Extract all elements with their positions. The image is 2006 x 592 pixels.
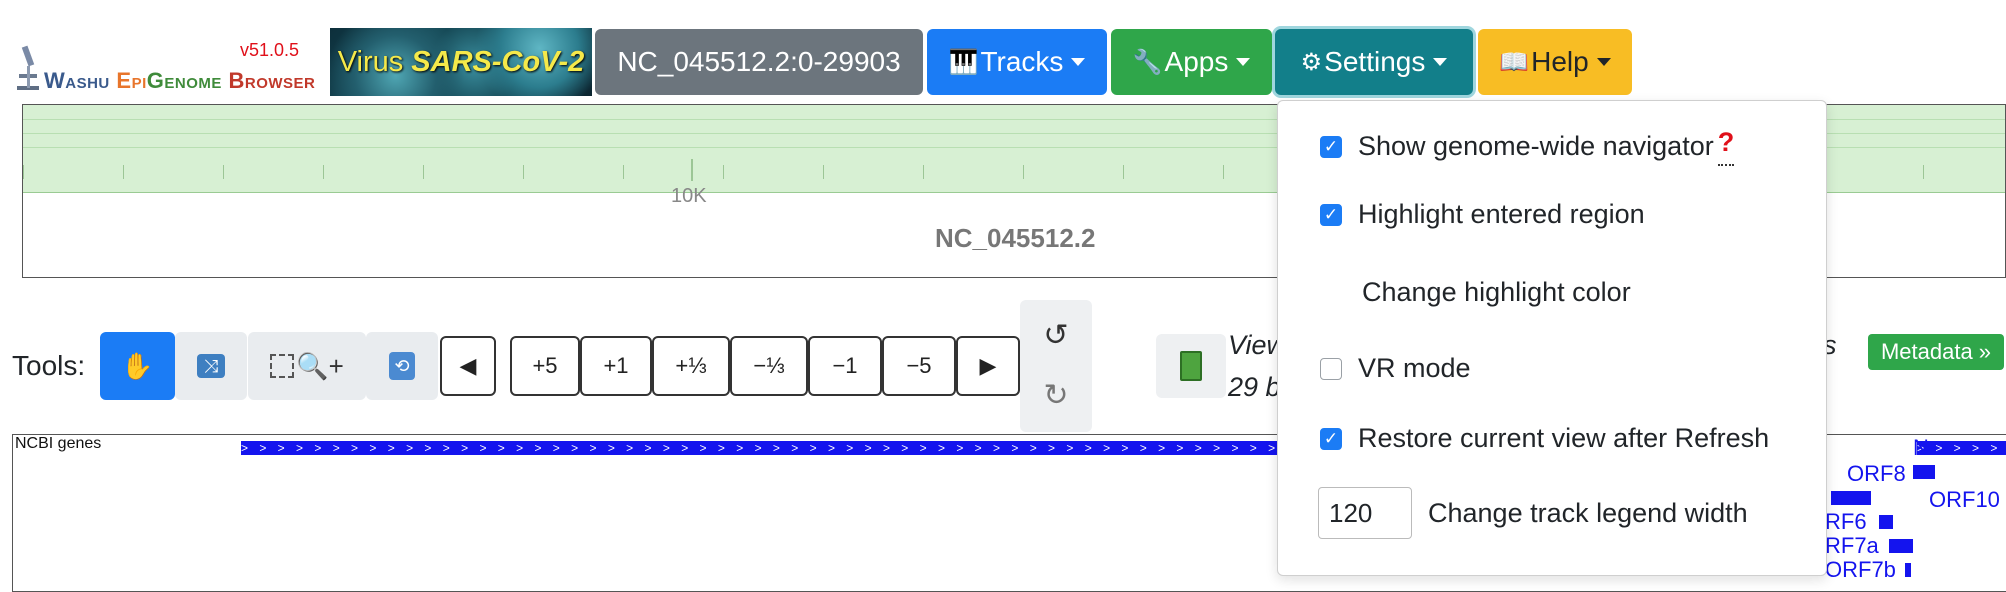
vr-mode-label: VR mode bbox=[1358, 353, 1471, 383]
gene-label-orf10[interactable]: ORF10 bbox=[1929, 487, 2000, 513]
zoom-out-5-label: −5 bbox=[906, 353, 932, 378]
navigator-tick-label: 10K bbox=[671, 185, 707, 207]
zoom-in-1-label: +1 bbox=[603, 353, 629, 378]
checkbox-vr-mode[interactable] bbox=[1320, 357, 1342, 380]
zoom-in-third-button[interactable]: +⅓ bbox=[652, 336, 730, 396]
metadata-label: Metadata » bbox=[1880, 339, 1992, 364]
navigator-chromosome-label: NC_045512.2 bbox=[935, 223, 1096, 253]
region-zoom-tool-button[interactable]: 🔍+ bbox=[248, 332, 366, 400]
zoom-in-third-label: +⅓ bbox=[675, 353, 707, 378]
undo-icon[interactable]: ↺ bbox=[1020, 310, 1092, 360]
gene-feature-n[interactable]: > > > > > > > > > > > > > > > > > > > > … bbox=[1917, 441, 2006, 455]
gene-label-orf6[interactable]: RF6 bbox=[1825, 509, 1867, 535]
gene-feature-orf8[interactable] bbox=[1913, 465, 1935, 479]
gene-feature-orf1ab[interactable]: > > > > > > > > > > > > > > > > > > > > … bbox=[241, 441, 1293, 455]
app-version: v51.0.5 bbox=[240, 40, 300, 60]
menu-item-highlight-color[interactable]: Change highlight color bbox=[1362, 277, 1631, 308]
help-label: Help bbox=[1531, 46, 1589, 77]
green-book-icon bbox=[1180, 351, 1202, 381]
gear-icon: ⚙ bbox=[1300, 48, 1323, 76]
highlight-region-label: Highlight entered region bbox=[1358, 199, 1645, 229]
zoom-in-5-button[interactable]: +5 bbox=[510, 336, 580, 396]
checkbox-show-navigator[interactable]: ✓ bbox=[1320, 135, 1342, 158]
pan-left-button[interactable]: ◀ bbox=[440, 336, 496, 396]
menu-item-highlight-region[interactable]: ✓ Highlight entered region bbox=[1320, 199, 1645, 230]
book-icon: 📖 bbox=[1499, 48, 1530, 76]
genome-name: SARS-CoV-2 bbox=[411, 45, 585, 78]
menu-item-vr-mode[interactable]: VR mode bbox=[1320, 353, 1471, 384]
menu-item-legend-width: Change track legend width bbox=[1318, 487, 1748, 539]
triangle-right-icon: ▶ bbox=[979, 353, 997, 378]
settings-dropdown: ✓ Show genome-wide navigator ? ✓ Highlig… bbox=[1277, 100, 1827, 576]
apps-label: Apps bbox=[1164, 46, 1229, 77]
track-legend-ncbi-genes[interactable]: NCBI genes bbox=[15, 435, 101, 453]
settings-menu-button[interactable]: ⚙ Settings bbox=[1275, 29, 1473, 95]
gene-feature-orf7a[interactable] bbox=[1889, 539, 1913, 553]
restore-view-label: Restore current view after Refresh bbox=[1358, 423, 1770, 453]
settings-label: Settings bbox=[1324, 46, 1426, 77]
wrench-icon: 🔧 bbox=[1132, 48, 1163, 76]
redo-icon[interactable]: ↻ bbox=[1020, 370, 1092, 420]
reset-tool-button[interactable]: ⟲ bbox=[366, 332, 438, 400]
show-navigator-label: Show genome-wide navigator bbox=[1358, 131, 1714, 161]
shuffle-icon: ⤨ bbox=[197, 354, 225, 378]
caret-down-icon bbox=[1433, 58, 1448, 66]
pan-right-button[interactable]: ▶ bbox=[956, 336, 1020, 396]
zoom-out-1-label: −1 bbox=[832, 353, 858, 378]
tracks-label: Tracks bbox=[980, 46, 1064, 77]
apps-menu-button[interactable]: 🔧 Apps bbox=[1111, 29, 1272, 95]
region-button[interactable]: NC_045512.2:0-29903 bbox=[595, 29, 923, 95]
session-book-button[interactable] bbox=[1156, 334, 1226, 398]
help-question-icon[interactable]: ? bbox=[1717, 127, 1735, 166]
caret-down-icon bbox=[1596, 58, 1611, 66]
menu-item-restore-view[interactable]: ✓ Restore current view after Refresh bbox=[1320, 423, 1769, 454]
legend-width-label: Change track legend width bbox=[1428, 497, 1748, 528]
menu-item-show-navigator[interactable]: ✓ Show genome-wide navigator ? bbox=[1320, 127, 1735, 166]
gene-feature-orf6[interactable] bbox=[1879, 515, 1893, 529]
zoom-out-1-button[interactable]: −1 bbox=[808, 336, 882, 396]
metadata-button[interactable]: Metadata » bbox=[1868, 334, 2004, 370]
caret-down-icon bbox=[1071, 58, 1086, 66]
zoom-select-icon: 🔍+ bbox=[270, 351, 344, 382]
checkbox-restore-view[interactable]: ✓ bbox=[1320, 427, 1342, 450]
reset-icon: ⟲ bbox=[389, 352, 415, 380]
legend-width-input[interactable] bbox=[1318, 487, 1412, 539]
drag-tool-button[interactable]: ✋ bbox=[100, 332, 175, 400]
hand-icon: ✋ bbox=[121, 350, 154, 381]
gene-label-orf7a[interactable]: RF7a bbox=[1825, 533, 1879, 559]
zoom-in-5-label: +5 bbox=[532, 353, 558, 378]
reorder-tool-button[interactable]: ⤨ bbox=[175, 332, 247, 400]
region-label: NC_045512.2:0-29903 bbox=[617, 46, 901, 77]
tracks-menu-button[interactable]: 🎹 Tracks bbox=[927, 29, 1107, 95]
zoom-out-third-button[interactable]: −⅓ bbox=[730, 336, 808, 396]
zoom-out-5-button[interactable]: −5 bbox=[882, 336, 956, 396]
view-info-line2: 29 b bbox=[1228, 372, 1281, 402]
zoom-in-1-button[interactable]: +1 bbox=[580, 336, 652, 396]
zoom-out-third-label: −⅓ bbox=[753, 353, 785, 378]
checkbox-highlight-region[interactable]: ✓ bbox=[1320, 203, 1342, 226]
gene-label-orf8[interactable]: ORF8 bbox=[1847, 461, 1906, 487]
gene-feature-orf7[interactable] bbox=[1831, 491, 1871, 505]
tools-label: Tools: bbox=[12, 350, 86, 381]
caret-down-icon bbox=[1236, 58, 1251, 66]
help-menu-button[interactable]: 📖 Help bbox=[1478, 29, 1632, 95]
app-logo[interactable]: v51.0.5 Washu EpiGenome Browser bbox=[10, 36, 328, 96]
gene-feature-orf7b[interactable] bbox=[1905, 563, 1911, 577]
app-name: Washu EpiGenome Browser bbox=[44, 68, 316, 93]
highlight-color-label: Change highlight color bbox=[1362, 277, 1631, 307]
navigator-major-tick bbox=[691, 159, 693, 181]
history-controls: ↺ ↻ bbox=[1020, 300, 1092, 432]
genome-prefix: Virus bbox=[337, 45, 404, 78]
triangle-left-icon: ◀ bbox=[459, 353, 477, 378]
gene-label-n[interactable]: N bbox=[1913, 435, 1929, 461]
piano-keys-icon: 🎹 bbox=[948, 48, 979, 76]
microscope-icon bbox=[17, 45, 39, 90]
genome-banner[interactable]: Virus SARS-CoV-2 bbox=[330, 28, 592, 96]
gene-label-orf7b[interactable]: ORF7b bbox=[1825, 557, 1896, 583]
